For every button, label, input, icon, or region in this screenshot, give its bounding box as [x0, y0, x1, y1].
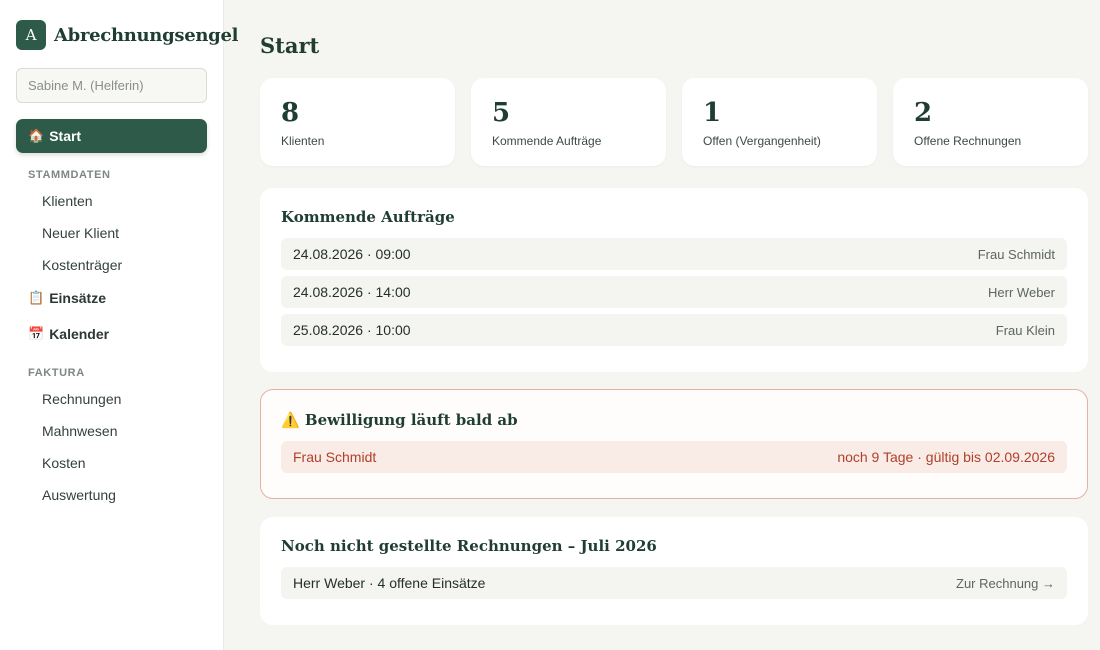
list-item[interactable]: Frau Schmidt noch 9 Tage · gültig bis 02… [281, 441, 1067, 473]
nav-item-kalender[interactable]: 📅 Kalender [28, 326, 109, 342]
stat-label: Klienten [281, 134, 325, 148]
nav-item-neuer-klient[interactable]: Neuer Klient [42, 225, 119, 241]
order-client: Herr Weber [988, 284, 1055, 300]
stat-label: Offene Rechnungen [914, 134, 1022, 148]
approval-client: Frau Schmidt [293, 449, 377, 465]
stat-card-kommende-auftraege[interactable]: 5 Kommende Aufträge [471, 78, 666, 166]
brand[interactable]: A Abrechnungsengel [16, 20, 238, 50]
order-client: Frau Schmidt [977, 246, 1055, 262]
list-item[interactable]: 24.08.2026 · 09:00 Frau Schmidt [281, 238, 1067, 270]
section-heading-faktura: FAKTURA [28, 367, 85, 379]
nav-item-rechnungen[interactable]: Rechnungen [42, 391, 121, 407]
to-invoice-link[interactable]: Zur Rechnung → [956, 576, 1055, 591]
nav-item-kostentraeger[interactable]: Kostenträger [42, 257, 122, 273]
unbilled-invoices-panel: Noch nicht gestellte Rechnungen – Juli 2… [260, 517, 1088, 625]
house-icon: 🏠 [28, 128, 45, 143]
approval-expiry-panel: ⚠️ Bewilligung läuft bald ab Frau Schmid… [260, 389, 1088, 499]
page-title: Start [260, 33, 320, 58]
nav-item-auswertung[interactable]: Auswertung [42, 487, 116, 503]
nav-item-label: Einsätze [49, 290, 106, 306]
list-item[interactable]: 24.08.2026 · 14:00 Herr Weber [281, 276, 1067, 308]
stat-value: 1 [703, 98, 722, 128]
list-item[interactable]: 25.08.2026 · 10:00 Frau Klein [281, 314, 1067, 346]
upcoming-orders-panel: Kommende Aufträge 24.08.2026 · 09:00 Fra… [260, 188, 1088, 372]
app-name: Abrechnungsengel [54, 24, 239, 46]
order-client: Frau Klein [995, 322, 1055, 338]
panel-title: ⚠️ Bewilligung läuft bald ab [281, 411, 518, 429]
stat-card-offen[interactable]: 1 Offen (Vergangenheit) [682, 78, 877, 166]
nav-item-label: Kalender [49, 326, 110, 342]
sidebar: A Abrechnungsengel Sabine M. (Helferin) … [0, 0, 238, 650]
calendar-icon: 📅 [28, 326, 45, 341]
user-selector[interactable]: Sabine M. (Helferin) [16, 68, 207, 103]
order-datetime: 24.08.2026 · 14:00 [293, 284, 411, 300]
section-heading-stammdaten: STAMMDATEN [28, 169, 111, 181]
stat-value: 5 [492, 98, 511, 128]
stat-label: Offen (Vergangenheit) [703, 134, 821, 148]
warning-icon: ⚠️ [281, 411, 300, 429]
nav-item-kosten[interactable]: Kosten [42, 455, 86, 471]
stat-value: 8 [281, 98, 300, 128]
approval-expiry-info: noch 9 Tage · gültig bis 02.09.2026 [837, 449, 1055, 465]
order-datetime: 25.08.2026 · 10:00 [293, 322, 411, 338]
main-content: Start 8 Klienten 5 Kommende Aufträge 1 O… [224, 0, 1100, 650]
nav-item-label: Start [49, 128, 82, 144]
order-datetime: 24.08.2026 · 09:00 [293, 246, 411, 262]
nav-item-mahnwesen[interactable]: Mahnwesen [42, 423, 118, 439]
nav-item-einsaetze[interactable]: 📋 Einsätze [28, 290, 106, 306]
stat-card-klienten[interactable]: 8 Klienten [260, 78, 455, 166]
nav-item-start[interactable]: 🏠 Start [16, 119, 207, 153]
app-logo: A [16, 20, 46, 50]
panel-title: Noch nicht gestellte Rechnungen – Juli 2… [281, 537, 657, 555]
stat-card-offene-rechnungen[interactable]: 2 Offene Rechnungen [893, 78, 1088, 166]
stat-label: Kommende Aufträge [492, 134, 602, 148]
stat-value: 2 [914, 98, 933, 128]
nav-item-klienten[interactable]: Klienten [42, 193, 93, 209]
clipboard-icon: 📋 [28, 290, 45, 305]
invoice-summary: Herr Weber · 4 offene Einsätze [293, 575, 486, 591]
list-item: Herr Weber · 4 offene Einsätze Zur Rechn… [281, 567, 1067, 599]
panel-title: Kommende Aufträge [281, 208, 455, 226]
panel-title-text: Bewilligung läuft bald ab [304, 411, 518, 429]
